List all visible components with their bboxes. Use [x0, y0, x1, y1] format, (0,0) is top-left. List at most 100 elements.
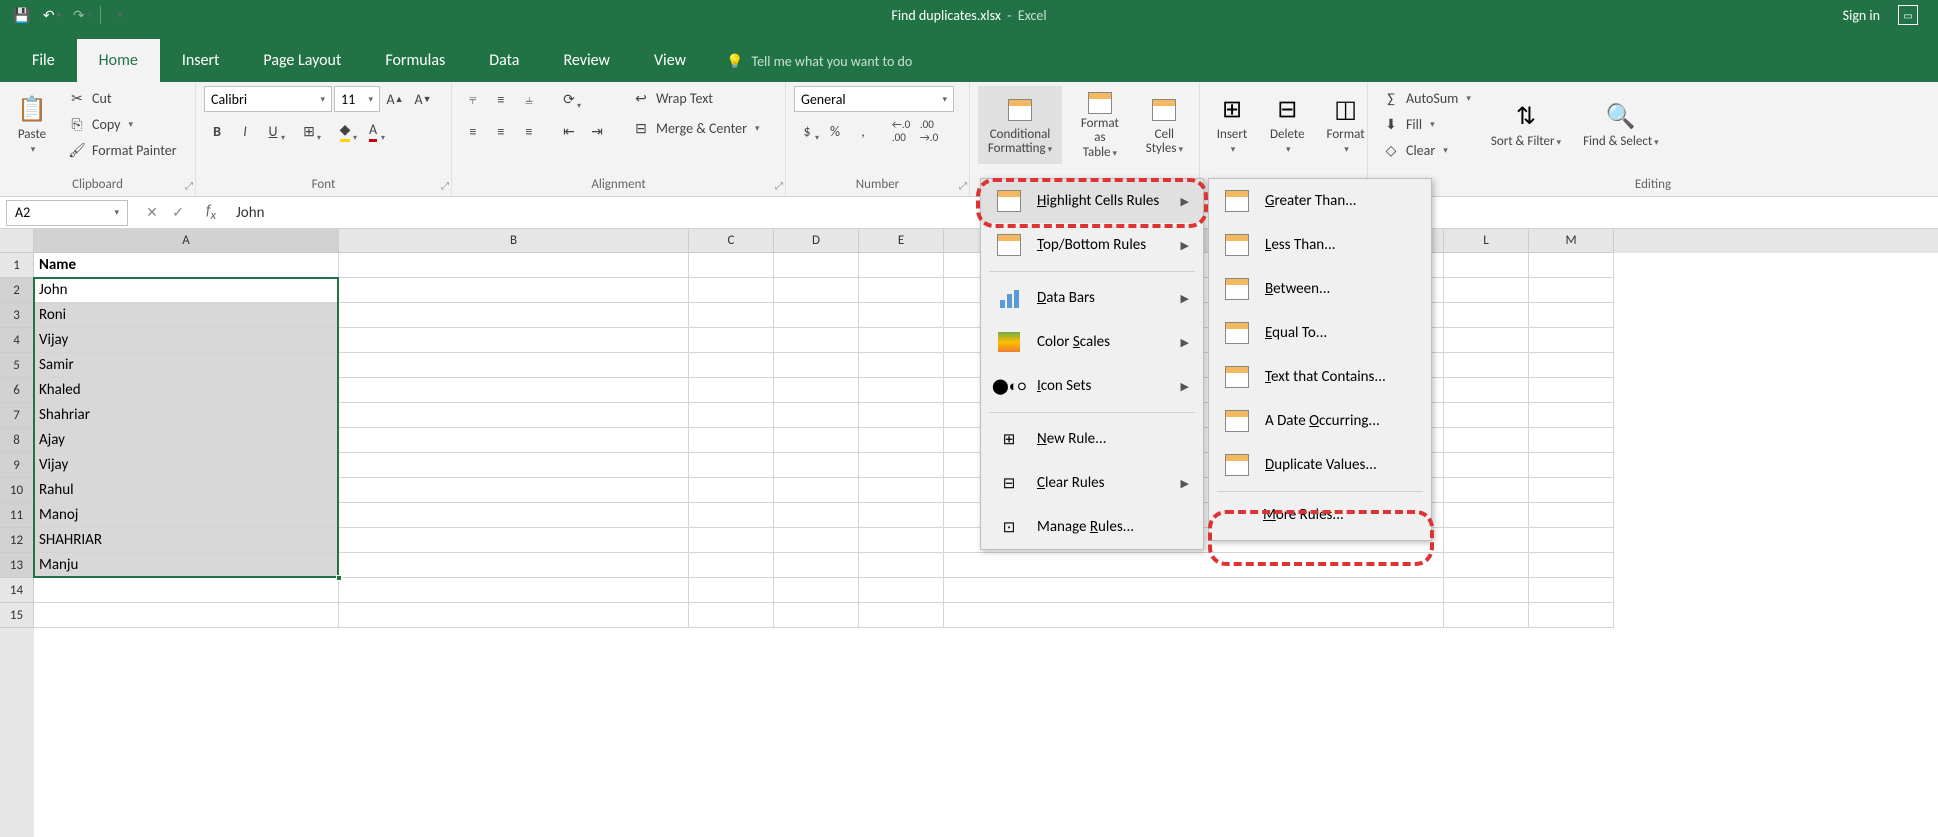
font-color-button[interactable]: A▾ [360, 118, 386, 144]
cell[interactable] [859, 328, 944, 353]
row-header-14[interactable]: 14 [0, 578, 34, 603]
selection-handle[interactable] [336, 575, 342, 581]
clipboard-launcher-icon[interactable]: ⤢ [185, 179, 193, 192]
cell[interactable] [689, 503, 774, 528]
cell[interactable] [1529, 453, 1614, 478]
cell[interactable] [859, 378, 944, 403]
cell[interactable] [689, 603, 774, 628]
cell-a15[interactable] [34, 603, 339, 628]
accounting-format-icon[interactable]: $▾ [794, 118, 820, 144]
cell[interactable] [1444, 353, 1529, 378]
align-right-icon[interactable]: ≡ [516, 118, 542, 144]
row-header-1[interactable]: 1 [0, 253, 34, 278]
cell[interactable] [1529, 253, 1614, 278]
cell-a10[interactable]: Rahul [34, 478, 339, 503]
cell[interactable] [1444, 278, 1529, 303]
cut-button[interactable]: ✂Cut [62, 86, 183, 110]
sort-filter-button[interactable]: ⇅Sort & Filter▾ [1483, 86, 1569, 164]
cell[interactable] [774, 528, 859, 553]
cell[interactable] [944, 603, 1444, 628]
cell[interactable] [774, 553, 859, 578]
tab-formulas[interactable]: Formulas [363, 39, 467, 82]
cell[interactable] [859, 403, 944, 428]
menu-highlight-cells-rules[interactable]: Highlight Cells Rules ▶ [981, 179, 1203, 223]
undo-icon[interactable]: ↶▾ [40, 3, 64, 27]
ribbon-display-options-icon[interactable]: ▭ [1898, 5, 1918, 25]
redo-icon[interactable]: ↷▾ [70, 3, 94, 27]
number-format-combo[interactable]: General▾ [794, 86, 954, 112]
cell[interactable] [859, 528, 944, 553]
cell[interactable] [859, 253, 944, 278]
cell[interactable] [859, 478, 944, 503]
conditional-formatting-button[interactable]: Conditional Formatting▾ [978, 86, 1062, 164]
cell[interactable] [1529, 503, 1614, 528]
percent-format-icon[interactable]: % [822, 118, 848, 144]
cell-a4[interactable]: Vijay [34, 328, 339, 353]
cell[interactable] [339, 578, 689, 603]
cell[interactable] [1529, 553, 1614, 578]
increase-font-icon[interactable]: A▲ [382, 86, 408, 112]
cell[interactable] [689, 353, 774, 378]
cell[interactable] [339, 603, 689, 628]
cell-a3[interactable]: Roni [34, 303, 339, 328]
cell[interactable] [774, 578, 859, 603]
cell[interactable] [944, 553, 1444, 578]
cell[interactable] [689, 428, 774, 453]
cell[interactable] [689, 328, 774, 353]
cell[interactable] [944, 578, 1444, 603]
align-center-icon[interactable]: ≡ [488, 118, 514, 144]
row-header-7[interactable]: 7 [0, 403, 34, 428]
fill-button[interactable]: ⬇Fill ▾ [1376, 112, 1477, 136]
cell-a6[interactable]: Khaled [34, 378, 339, 403]
cell[interactable] [689, 528, 774, 553]
cell[interactable] [1529, 328, 1614, 353]
cell[interactable] [1444, 528, 1529, 553]
menu-duplicate-values[interactable]: Duplicate Values... [1209, 443, 1431, 487]
cell[interactable] [774, 278, 859, 303]
cell[interactable] [689, 303, 774, 328]
cell[interactable] [1529, 303, 1614, 328]
row-header-5[interactable]: 5 [0, 353, 34, 378]
decrease-indent-icon[interactable]: ⇤ [556, 118, 582, 144]
cell[interactable] [859, 453, 944, 478]
menu-data-bars[interactable]: Data Bars ▶ [981, 276, 1203, 320]
cell[interactable] [689, 478, 774, 503]
cell[interactable] [339, 403, 689, 428]
bold-button[interactable]: B [204, 118, 230, 144]
tab-file[interactable]: File [10, 39, 77, 82]
menu-less-than[interactable]: Less Than... [1209, 223, 1431, 267]
tab-view[interactable]: View [632, 39, 708, 82]
menu-top-bottom-rules[interactable]: Top/Bottom Rules ▶ [981, 223, 1203, 267]
alignment-launcher-icon[interactable]: ⤢ [775, 179, 783, 192]
cell[interactable] [1444, 603, 1529, 628]
cell-a2[interactable]: John [34, 278, 339, 303]
row-header-10[interactable]: 10 [0, 478, 34, 503]
cell[interactable] [1529, 478, 1614, 503]
cell[interactable] [1444, 453, 1529, 478]
align-left-icon[interactable]: ≡ [460, 118, 486, 144]
cell[interactable] [339, 303, 689, 328]
tab-home[interactable]: Home [77, 39, 160, 82]
cell-styles-button[interactable]: Cell Styles▾ [1138, 86, 1191, 164]
cell[interactable] [774, 403, 859, 428]
cell[interactable] [1444, 553, 1529, 578]
cell[interactable] [774, 378, 859, 403]
cell[interactable] [774, 353, 859, 378]
font-launcher-icon[interactable]: ⤢ [441, 179, 449, 192]
cell-a14[interactable] [34, 578, 339, 603]
row-header-11[interactable]: 11 [0, 503, 34, 528]
cell[interactable] [859, 603, 944, 628]
cell-a1[interactable]: Name [34, 253, 339, 278]
tab-data[interactable]: Data [467, 39, 541, 82]
find-select-button[interactable]: 🔍Find & Select▾ [1575, 86, 1667, 164]
align-top-icon[interactable]: ⫧ [460, 86, 486, 112]
cell[interactable] [689, 253, 774, 278]
cell[interactable] [1444, 503, 1529, 528]
menu-color-scales[interactable]: Color Scales ▶ [981, 320, 1203, 364]
cell[interactable] [859, 303, 944, 328]
cell[interactable] [859, 278, 944, 303]
menu-manage-rules[interactable]: ⊡ Manage Rules... [981, 505, 1203, 549]
orientation-icon[interactable]: ⟳▾ [556, 86, 582, 112]
decrease-decimal-icon[interactable]: .00→.0 [916, 118, 942, 144]
cell[interactable] [774, 603, 859, 628]
